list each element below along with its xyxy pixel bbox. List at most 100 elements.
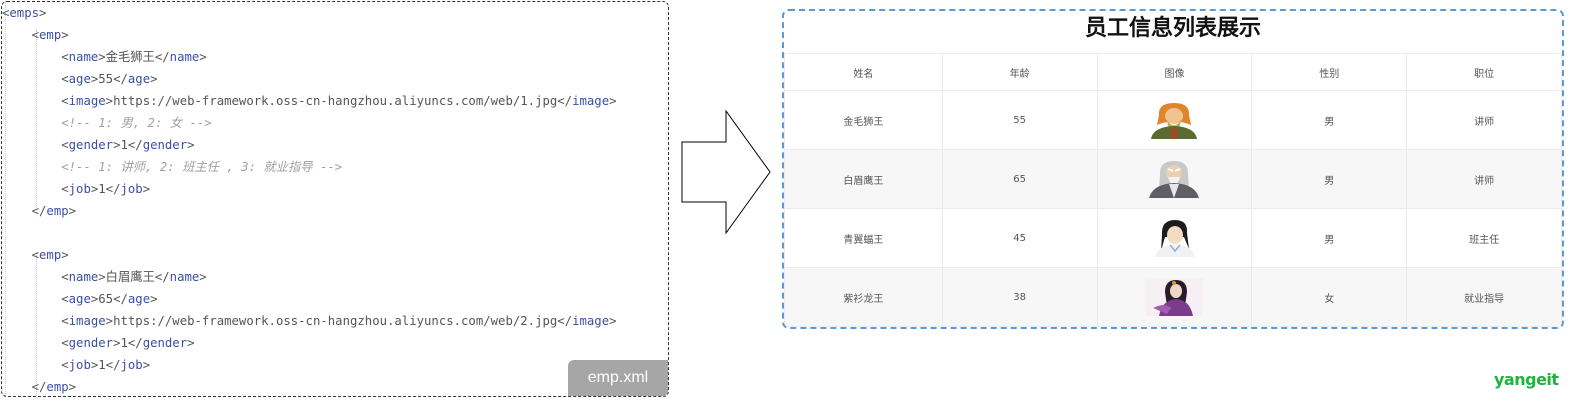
cell-gender: 女 (1251, 267, 1408, 327)
xml-text: >1</ (113, 138, 143, 152)
xml-tag-name: name (68, 270, 99, 284)
xml-comment: <!-- 1: 讲师, 2: 班主任 , 3: 就业指导 --> (2, 160, 343, 174)
table-title: 员工信息列表展示 (1084, 16, 1261, 41)
code-line: <!-- 1: 男, 2: 女 --> (2, 112, 212, 134)
xml-text: > (609, 314, 617, 328)
column-header-image: 图像 (1096, 53, 1253, 91)
table-row: 紫衫龙王 38 女 就业指导 (784, 267, 1562, 327)
xml-tag-name: age (127, 72, 151, 86)
brand-logo: yangeit (1494, 370, 1559, 389)
xml-text: > (68, 380, 77, 394)
cell-job: 讲师 (1406, 149, 1562, 209)
code-line: <!-- 1: 讲师, 2: 班主任 , 3: 就业指导 --> (2, 156, 342, 178)
xml-tag-name: job (68, 182, 91, 196)
employee-table: 姓名 年龄 图像 性别 职位 金毛狮王 55 男 讲师 白眉鹰王 65 男 讲师… (784, 53, 1562, 327)
code-line: <age>65</age> (2, 288, 158, 310)
column-header-job: 职位 (1406, 53, 1562, 91)
xml-tag-name: emp (46, 204, 69, 218)
column-header-age: 年龄 (941, 53, 1098, 91)
code-line: <age>55</age> (2, 68, 158, 90)
cell-image (1096, 149, 1253, 209)
xml-tag-name: job (68, 358, 91, 372)
xml-tag-name: job (120, 358, 143, 372)
xml-tag-name: name (169, 50, 200, 64)
xml-text: > (187, 138, 195, 152)
cell-gender: 男 (1251, 208, 1408, 268)
xml-comment: <!-- 1: 男, 2: 女 --> (2, 116, 212, 130)
xml-text: > (150, 292, 158, 306)
xml-text: >https://web-framework.oss-cn-hangzhou.a… (105, 94, 573, 108)
cell-image (1096, 267, 1253, 327)
cell-name: 金毛狮王 (784, 90, 943, 150)
xml-text: > (68, 204, 77, 218)
xml-tag-name: gender (142, 138, 188, 152)
xml-text: > (150, 72, 158, 86)
xml-text: < (2, 50, 69, 64)
xml-tag-name: name (169, 270, 200, 284)
xml-text: >https://web-framework.oss-cn-hangzhou.a… (105, 314, 573, 328)
code-line: <emp> (2, 24, 69, 46)
xml-text: < (2, 248, 40, 262)
cell-gender: 男 (1251, 90, 1408, 150)
xml-text: > (61, 248, 69, 262)
xml-tag-name: emp (39, 248, 62, 262)
xml-text: < (2, 182, 69, 196)
cell-image (1096, 90, 1253, 150)
xml-text: < (2, 270, 69, 284)
golden-lion-portrait (1151, 103, 1198, 139)
cell-name: 青翼蝠王 (784, 208, 943, 268)
xml-tag-name: emp (46, 380, 69, 394)
right-arrow-icon (681, 110, 771, 234)
code-line: <image>https://web-framework.oss-cn-hang… (2, 310, 617, 332)
xml-tag-name: name (68, 50, 99, 64)
xml-tag-name: image (572, 314, 610, 328)
code-line: <gender>1</gender> (2, 134, 195, 156)
cell-job: 班主任 (1406, 208, 1562, 268)
code-line: <image>https://web-framework.oss-cn-hang… (2, 90, 617, 112)
cell-image (1096, 208, 1253, 268)
xml-text: < (2, 314, 69, 328)
green-wing-bat-portrait (1145, 219, 1204, 257)
xml-text: > (39, 6, 47, 20)
cell-gender: 男 (1251, 149, 1408, 209)
xml-tag-name: age (68, 72, 91, 86)
cell-age: 55 (941, 90, 1098, 150)
xml-text: < (2, 336, 69, 350)
cell-age: 65 (941, 149, 1098, 209)
xml-tag-name: age (68, 292, 91, 306)
xml-text: < (2, 292, 69, 306)
code-line: <emps> (2, 2, 46, 24)
xml-tag-name: gender (142, 336, 188, 350)
table-row: 白眉鹰王 65 男 讲师 (784, 149, 1562, 209)
xml-tag-name: image (68, 314, 106, 328)
code-line: <name>白眉鹰王</name> (2, 266, 207, 288)
code-line: <emp> (2, 244, 69, 266)
column-header-gender: 性别 (1251, 53, 1408, 91)
xml-text: > (187, 336, 195, 350)
xml-text: >1</ (90, 182, 121, 196)
table-row: 青翼蝠王 45 男 班主任 (784, 208, 1562, 268)
xml-text: </ (2, 380, 47, 394)
code-line: <name>金毛狮王</name> (2, 46, 207, 68)
code-panel: <emps> <emp> <name>金毛狮王</name> <age>55</… (1, 1, 669, 397)
employee-table-panel: 员工信息列表展示 姓名 年龄 图像 性别 职位 金毛狮王 55 男 讲师 白眉鹰… (782, 9, 1564, 329)
cell-name: 白眉鹰王 (784, 149, 943, 209)
code-line: <job>1</job> (2, 178, 150, 200)
xml-text: < (2, 94, 69, 108)
code-line: </emp> (2, 200, 76, 222)
xml-text: >白眉鹰王</ (98, 270, 170, 284)
xml-tag-name: emps (9, 6, 40, 20)
xml-tag-name: gender (68, 336, 114, 350)
cell-age: 45 (941, 208, 1098, 268)
purple-dragon-portrait (1145, 278, 1204, 316)
xml-text: < (2, 72, 69, 86)
xml-text: > (199, 50, 207, 64)
xml-text: < (2, 138, 69, 152)
xml-tag-name: emp (39, 28, 62, 42)
xml-text: >金毛狮王</ (98, 50, 170, 64)
xml-text: < (2, 28, 40, 42)
xml-text: >65</ (90, 292, 128, 306)
white-eyebrow-eagle-portrait (1149, 161, 1200, 198)
xml-text: > (609, 94, 617, 108)
xml-text: > (199, 270, 207, 284)
